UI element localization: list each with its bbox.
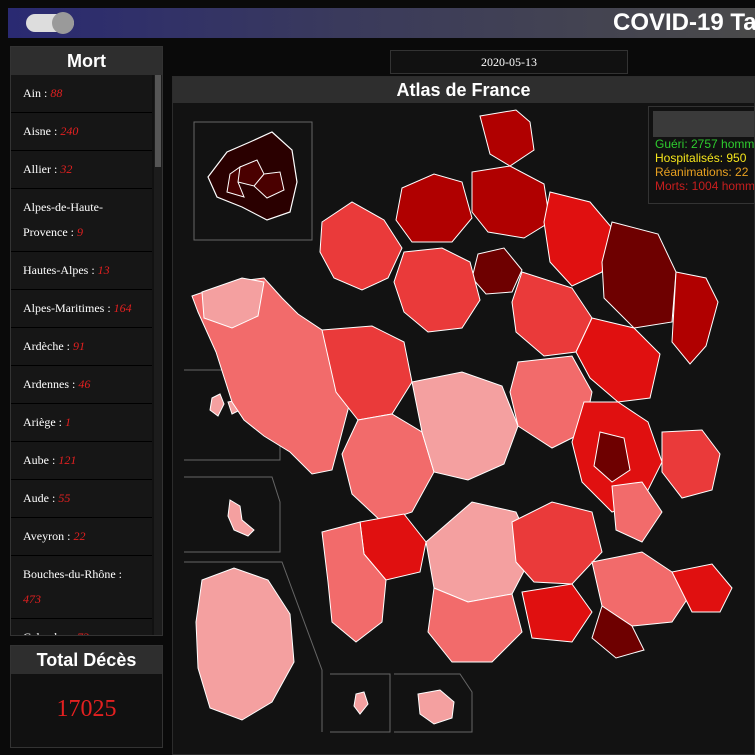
info-header	[653, 111, 754, 137]
info-reanimations: Réanimations: 22	[655, 165, 749, 179]
dept-herault[interactable]	[521, 583, 593, 643]
dept-centre[interactable]	[393, 247, 481, 333]
sidebar-item[interactable]: Aisne : 240	[11, 113, 152, 151]
theme-toggle[interactable]	[26, 12, 74, 34]
dept-name: Bouches-du-Rhône :	[23, 567, 122, 581]
dept-name: Aisne :	[23, 124, 58, 138]
dept-value: 164	[113, 301, 132, 315]
sidebar-item[interactable]: Aude : 55	[11, 480, 152, 518]
info-tooltip: Guéri: 2757 homm Hospitalisés: 950 Réani…	[648, 106, 755, 204]
dept-value: 88	[50, 86, 63, 100]
info-hospitalises: Hospitalisés: 950	[655, 151, 747, 165]
dept-alsace[interactable]	[671, 271, 719, 365]
dept-marne[interactable]	[543, 191, 613, 287]
dept-value: 240	[60, 124, 79, 138]
deaths-sidebar: Mort Ain : 88 Aisne : 240 Allier : 32 Alpes…	[10, 46, 163, 636]
total-title: Total Décès	[11, 646, 162, 674]
dept-name: Allier :	[23, 162, 58, 176]
sidebar-item[interactable]: Bouches-du-Rhône : 473	[11, 556, 152, 619]
scroll-thumb[interactable]	[155, 75, 161, 167]
dept-name: Ardennes :	[23, 377, 76, 391]
dept-lorraine[interactable]	[601, 221, 677, 329]
dept-name: Alpes-de-Haute-Provence :	[23, 200, 103, 239]
dept-name: Calvados :	[23, 630, 74, 635]
reunion-region[interactable]	[417, 689, 455, 725]
sidebar-item[interactable]: Alpes-de-Haute-Provence : 9	[11, 189, 152, 252]
dept-value: 73	[77, 630, 89, 635]
dept-name: Aude :	[23, 491, 56, 505]
total-value: 17025	[56, 696, 117, 722]
sidebar-item[interactable]: Calvados : 73	[11, 619, 152, 635]
total-deaths-panel: Total Décès 17025	[10, 645, 163, 748]
dept-name: Ain :	[23, 86, 48, 100]
dept-nord[interactable]	[479, 109, 535, 167]
martinique-region[interactable]	[227, 499, 255, 537]
sidebar-item[interactable]: Alpes-Maritimes : 164	[11, 290, 152, 328]
dept-aisne-zone[interactable]	[471, 165, 551, 239]
dept-value: 22	[73, 529, 86, 543]
sidebar-item[interactable]: Ain : 88	[11, 75, 152, 113]
sidebar-title: Mort	[11, 47, 162, 75]
sidebar-item[interactable]: Ariège : 1	[11, 404, 152, 442]
dept-value: 32	[60, 162, 73, 176]
dept-name: Ardèche :	[23, 339, 70, 353]
dept-value: 1	[64, 415, 71, 429]
dept-value: 121	[58, 453, 77, 467]
guyane-region[interactable]	[195, 567, 295, 721]
dept-name: Aveyron :	[23, 529, 71, 543]
sidebar-item[interactable]: Ardennes : 46	[11, 366, 152, 404]
sidebar-item[interactable]: Ardèche : 91	[11, 328, 152, 366]
map-title: Atlas de France	[173, 77, 754, 103]
toggle-knob[interactable]	[52, 12, 74, 34]
dept-value: 55	[58, 491, 71, 505]
dept-languedoc[interactable]	[511, 501, 603, 585]
date-selector[interactable]: 2020-05-13	[390, 50, 628, 74]
dept-name: Ariège :	[23, 415, 62, 429]
dept-value: 91	[72, 339, 85, 353]
sidebar-item[interactable]: Hautes-Alpes : 13	[11, 252, 152, 290]
app-title: COVID-19 Ta	[613, 9, 755, 36]
dept-name: Aube :	[23, 453, 56, 467]
dept-savoie[interactable]	[661, 429, 721, 499]
dept-name: Hautes-Alpes :	[23, 263, 95, 277]
dept-name: Alpes-Maritimes :	[23, 301, 111, 315]
sidebar-item[interactable]: Aveyron : 22	[11, 518, 152, 556]
dept-normandie[interactable]	[319, 201, 403, 291]
dept-value: 13	[97, 263, 110, 277]
dept-poitou[interactable]	[341, 413, 435, 523]
sidebar-item[interactable]: Aube : 121	[11, 442, 152, 480]
dept-picardie[interactable]	[395, 173, 473, 243]
dept-value: 473	[23, 592, 41, 606]
dept-value: 46	[78, 377, 91, 391]
dept-essonne-zone[interactable]	[471, 247, 523, 295]
dept-drome[interactable]	[611, 481, 663, 543]
department-list[interactable]: Ain : 88 Aisne : 240 Allier : 32 Alpes-de-H…	[11, 75, 162, 635]
dept-value: 9	[76, 225, 83, 239]
mayotte-region[interactable]	[353, 691, 369, 715]
info-gueri: Guéri: 2757 homm	[655, 137, 755, 151]
top-bar: COVID-19 Ta	[8, 8, 755, 38]
sidebar-item[interactable]: Allier : 32	[11, 151, 152, 189]
scrollbar[interactable]	[154, 75, 162, 635]
info-morts: Morts: 1004 homm	[655, 179, 755, 193]
